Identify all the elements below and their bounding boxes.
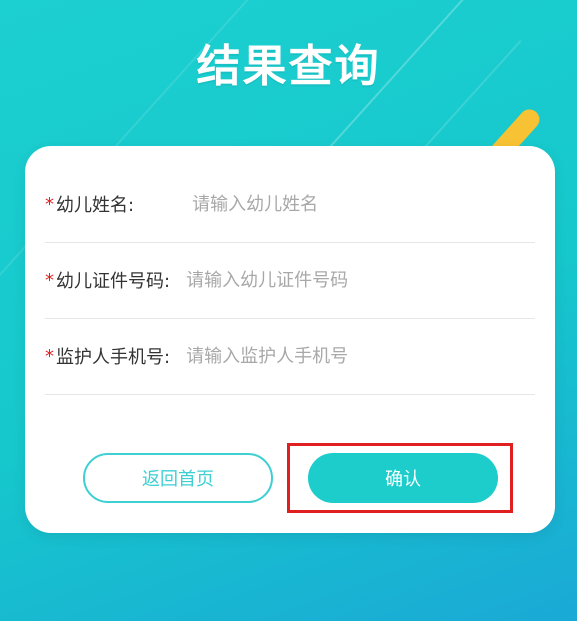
required-mark: * (45, 193, 54, 215)
form-row-child-name: * 幼儿姓名: (45, 166, 535, 243)
confirm-button[interactable]: 确认 (308, 453, 498, 503)
field-label: * 幼儿姓名: (45, 191, 134, 217)
field-label: * 幼儿证件号码: (45, 267, 170, 293)
required-mark: * (45, 345, 54, 367)
guardian-phone-input[interactable] (186, 345, 535, 367)
child-name-input[interactable] (192, 193, 535, 215)
child-id-label: 幼儿证件号码: (56, 271, 171, 292)
child-name-label: 幼儿姓名: (56, 195, 135, 216)
back-home-button[interactable]: 返回首页 (83, 453, 273, 503)
page-title: 结果查询 (196, 41, 381, 92)
page-background: 结果查询 * 幼儿姓名: * 幼儿证件号码: * 监护人手机号: 返回首页 (0, 0, 577, 621)
child-id-input[interactable] (186, 269, 535, 291)
form-row-child-id: * 幼儿证件号码: (45, 242, 535, 319)
form-row-guardian-phone: * 监护人手机号: (45, 318, 535, 395)
guardian-phone-label: 监护人手机号: (56, 347, 171, 368)
query-form-card: * 幼儿姓名: * 幼儿证件号码: * 监护人手机号: 返回首页 确认 (25, 146, 555, 533)
field-label: * 监护人手机号: (45, 343, 170, 369)
required-mark: * (45, 269, 54, 291)
